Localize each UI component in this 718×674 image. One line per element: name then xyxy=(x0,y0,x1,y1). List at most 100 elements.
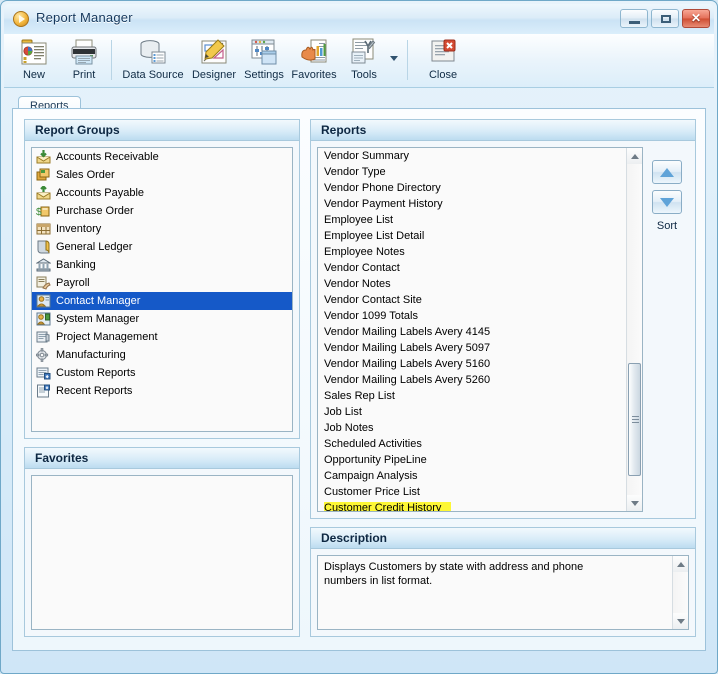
tools-icon xyxy=(338,37,390,67)
report-group-label: Recent Reports xyxy=(56,385,133,397)
report-group-item[interactable]: System Manager xyxy=(32,310,292,328)
report-group-item[interactable]: Banking xyxy=(32,256,292,274)
payroll-icon xyxy=(36,276,51,290)
toolbar-button-designer[interactable]: Designer xyxy=(188,37,240,81)
report-list-item[interactable]: Vendor Payment History xyxy=(318,196,626,212)
report-list-item[interactable]: Vendor Type xyxy=(318,164,626,180)
favorites-icon xyxy=(288,37,340,67)
report-list-item[interactable]: Opportunity PipeLine xyxy=(318,452,626,468)
settings-icon xyxy=(238,37,290,67)
toolbar-button-tools[interactable]: Tools xyxy=(338,37,390,81)
close-button[interactable]: ✕ xyxy=(682,9,710,28)
sort-controls: Sort xyxy=(645,160,689,232)
arrow-up-icon xyxy=(631,154,639,159)
report-list-item[interactable]: Vendor Notes xyxy=(318,276,626,292)
scrollbar-thumb[interactable] xyxy=(628,363,641,476)
toolbar-button-new[interactable]: New xyxy=(8,37,60,81)
minimize-button[interactable] xyxy=(620,9,648,28)
toolbar-separator-1 xyxy=(111,40,112,80)
report-list-item[interactable]: Vendor Mailing Labels Avery 4145 xyxy=(318,324,626,340)
report-group-item[interactable]: Inventory xyxy=(32,220,292,238)
report-list-item[interactable]: Campaign Analysis xyxy=(318,468,626,484)
toolbar-button-close[interactable]: Close xyxy=(417,37,469,81)
toolbar-label-favorites: Favorites xyxy=(291,69,337,81)
minimize-icon xyxy=(629,21,640,24)
arrow-down-icon xyxy=(631,501,639,506)
report-group-item[interactable]: Sales Order xyxy=(32,166,292,184)
report-list-item[interactable]: Vendor Contact xyxy=(318,260,626,276)
bank-icon xyxy=(35,258,52,272)
report-list-item[interactable]: Vendor Mailing Labels Avery 5160 xyxy=(318,356,626,372)
report-group-item[interactable]: Contact Manager xyxy=(32,292,292,310)
report-group-item[interactable]: Accounts Receivable xyxy=(32,148,292,166)
report-group-label: Manufacturing xyxy=(56,349,126,361)
scroll-up-button[interactable] xyxy=(627,148,642,164)
report-group-label: Accounts Receivable xyxy=(56,151,159,163)
toolbar-label-data-source: Data Source xyxy=(122,69,184,81)
sales-order-icon xyxy=(36,168,51,182)
report-list-item[interactable]: Employee List Detail xyxy=(318,228,626,244)
title-bar: Report Manager ✕ xyxy=(4,4,714,34)
report-group-item[interactable]: Manufacturing xyxy=(32,346,292,364)
printer-icon xyxy=(58,37,110,67)
report-list-item[interactable]: Employee Notes xyxy=(318,244,626,260)
report-group-label: Payroll xyxy=(56,277,90,289)
report-list-item[interactable]: Customer Credit History xyxy=(318,500,626,511)
report-list-item[interactable]: Vendor 1099 Totals xyxy=(318,308,626,324)
report-manager-window: Report Manager ✕ New Print Data Source D… xyxy=(0,0,718,674)
reports-scrollbar[interactable] xyxy=(626,148,642,511)
arrow-down-icon xyxy=(677,619,685,624)
sort-descending-button[interactable] xyxy=(652,190,682,214)
report-list-item[interactable]: Vendor Phone Directory xyxy=(318,180,626,196)
report-list-item[interactable]: Vendor Contact Site xyxy=(318,292,626,308)
report-list-item[interactable]: Vendor Mailing Labels Avery 5097 xyxy=(318,340,626,356)
report-list-item[interactable]: Job List xyxy=(318,404,626,420)
report-list-item[interactable]: Job Notes xyxy=(318,420,626,436)
toolbar-button-settings[interactable]: Settings xyxy=(238,37,290,81)
report-group-item[interactable]: $ Purchase Order xyxy=(32,202,292,220)
report-list-item[interactable]: Vendor Mailing Labels Avery 5260 xyxy=(318,372,626,388)
report-group-item[interactable]: Custom Reports xyxy=(32,364,292,382)
close-icon: ✕ xyxy=(690,11,702,25)
favorites-panel: Favorites xyxy=(24,447,300,637)
description-scrollbar[interactable] xyxy=(672,556,688,629)
description-scroll-down-button[interactable] xyxy=(673,613,688,629)
scroll-down-button[interactable] xyxy=(627,495,642,511)
report-groups-list[interactable]: Accounts Receivable Sales Order Accounts P… xyxy=(31,147,293,432)
report-group-label: Purchase Order xyxy=(56,205,134,217)
report-list-item[interactable]: Sales Rep List xyxy=(318,388,626,404)
reports-list-container: Vendor Summary Vendor Type Vendor Phone Di… xyxy=(317,147,643,512)
toolbar-separator-2 xyxy=(407,40,408,80)
description-header: Description xyxy=(311,528,695,549)
reports-list[interactable]: Vendor Summary Vendor Type Vendor Phone Di… xyxy=(318,148,626,511)
payable-icon xyxy=(36,184,51,200)
new-report-icon xyxy=(8,37,60,67)
toolbar-label-designer: Designer xyxy=(191,69,237,81)
ledger-icon xyxy=(36,240,51,254)
toolbar-label-new: New xyxy=(22,69,45,81)
toolbar-button-data-source[interactable]: Data Source xyxy=(118,37,188,81)
report-group-item[interactable]: Project Management xyxy=(32,328,292,346)
toolbar-button-favorites[interactable]: Favorites xyxy=(288,37,340,81)
toolbar-label-tools: Tools xyxy=(351,69,377,81)
maximize-button[interactable] xyxy=(651,9,679,28)
toolbar-button-print[interactable]: Print xyxy=(58,37,110,81)
chevron-down-icon[interactable] xyxy=(390,56,398,61)
description-scroll-up-button[interactable] xyxy=(673,556,688,572)
report-group-item[interactable]: Accounts Payable xyxy=(32,184,292,202)
report-groups-panel: Report Groups Accounts Receivable Sales O… xyxy=(24,119,300,439)
description-text: Displays Customers by state with address… xyxy=(324,561,584,587)
report-list-item[interactable]: Scheduled Activities xyxy=(318,436,626,452)
maximize-icon xyxy=(661,15,671,23)
report-group-item[interactable]: Recent Reports xyxy=(32,382,292,400)
sort-ascending-button[interactable] xyxy=(652,160,682,184)
report-group-label: Contact Manager xyxy=(56,295,141,307)
report-group-item[interactable]: General Ledger xyxy=(32,238,292,256)
report-list-item[interactable]: Employee List xyxy=(318,212,626,228)
report-list-item[interactable]: Customer Price List xyxy=(318,484,626,500)
report-list-item[interactable]: Vendor Summary xyxy=(318,148,626,164)
scrollbar-grip-icon xyxy=(632,415,639,424)
favorites-list[interactable] xyxy=(31,475,293,630)
favorites-header: Favorites xyxy=(25,448,299,469)
report-group-item[interactable]: Payroll xyxy=(32,274,292,292)
